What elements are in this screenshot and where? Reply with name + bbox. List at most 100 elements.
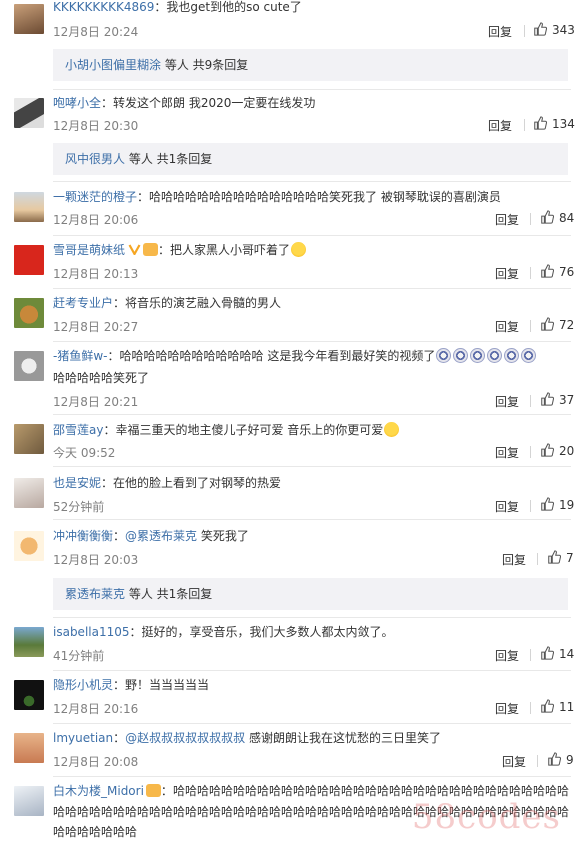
like-count: 37 — [559, 393, 575, 407]
reply-user-link[interactable]: 累透布莱克 — [65, 587, 125, 601]
comment-item: lmyuetian：@赵叔叔叔叔叔叔叔叔 感谢朗朗让我在这忧愁的三日里笑了 12… — [0, 725, 581, 777]
divider — [53, 288, 571, 289]
like-count: 7 — [566, 551, 574, 565]
avatar[interactable] — [14, 4, 44, 34]
avatar[interactable] — [14, 531, 44, 561]
divider — [53, 723, 571, 724]
timestamp: 12月8日 20:13 — [53, 267, 139, 281]
pig-emoji-icon — [521, 348, 537, 363]
avatar[interactable] — [14, 192, 44, 222]
timestamp: 12月8日 20:16 — [53, 702, 139, 716]
divider — [53, 670, 571, 671]
username-link[interactable]: isabella1105 — [53, 625, 130, 639]
badge-icon — [145, 784, 161, 797]
like-button[interactable]: 343 — [533, 22, 575, 37]
avatar[interactable] — [14, 98, 44, 128]
username-link[interactable]: 雪哥是萌妹纸 — [53, 243, 125, 257]
reply-count[interactable]: 等人 共9条回复 — [165, 58, 248, 72]
thumbs-up-icon — [541, 210, 555, 224]
avatar[interactable] — [14, 424, 44, 454]
reply-button[interactable]: 回复 — [488, 117, 512, 134]
divider — [53, 89, 571, 90]
reply-button[interactable]: 回复 — [495, 498, 519, 515]
like-button[interactable]: 7 — [547, 550, 574, 565]
avatar[interactable] — [14, 627, 44, 657]
username-link[interactable]: 咆哮小全 — [53, 96, 101, 110]
reply-summary[interactable]: 小胡小图偏里糊涂 等人 共9条回复 — [53, 49, 568, 81]
reply-button[interactable]: 回复 — [495, 211, 519, 228]
reply-button[interactable]: 回复 — [495, 393, 519, 410]
separator — [537, 553, 538, 565]
username-link[interactable]: 白木为楼_Midori — [53, 784, 144, 798]
username-link[interactable]: 邵雪莲ay — [53, 423, 103, 437]
reply-button[interactable]: 回复 — [502, 551, 526, 568]
separator — [530, 446, 531, 458]
comment-text: KKKKKKKKK4869：我也get到他的so cute了 — [53, 0, 302, 14]
thumbs-up-icon — [541, 317, 555, 331]
avatar[interactable] — [14, 245, 44, 275]
avatar[interactable] — [14, 478, 44, 508]
avatar[interactable] — [14, 680, 44, 710]
comment-feed: KKKKKKKKK4869：我也get到他的so cute了 12月8日 20:… — [0, 0, 581, 849]
like-button[interactable]: 37 — [540, 392, 574, 407]
divider — [53, 617, 571, 618]
comment-text: -猪鱼鲜w-：哈哈哈哈哈哈哈哈哈哈哈哈 这是我今年看到最好笑的视频了 — [53, 347, 573, 365]
reply-summary[interactable]: 累透布莱克 等人 共1条回复 — [53, 578, 568, 610]
reply-user-link[interactable]: 小胡小图偏里糊涂 — [65, 58, 161, 72]
divider — [53, 181, 571, 182]
comment-text: 雪哥是萌妹纸 ：把人家黑人小哥吓着了 — [53, 241, 573, 259]
comment-item: 一颗迷茫的橙子：哈哈哈哈哈哈哈哈哈哈哈哈哈哈哈笑死我了 被钢琴耽误的喜剧演员 1… — [0, 184, 581, 234]
comment-item: 咆哮小全：转发这个郎朗 我2020一定要在线发功 12月8日 20:30 回复 … — [0, 92, 581, 140]
reply-button[interactable]: 回复 — [495, 318, 519, 335]
separator — [524, 25, 525, 37]
separator — [530, 649, 531, 661]
like-button[interactable]: 14 — [540, 646, 574, 661]
reply-button[interactable]: 回复 — [495, 700, 519, 717]
reply-button[interactable]: 回复 — [495, 647, 519, 664]
pig-emoji-icon — [504, 348, 520, 363]
comment-item: 冲冲衡衡衡：@累透布莱克 笑死我了 12月8日 20:03 回复 7 — [0, 521, 581, 573]
username-link[interactable]: -猪鱼鲜w- — [53, 349, 107, 363]
like-button[interactable]: 19 — [540, 497, 574, 512]
avatar[interactable] — [14, 351, 44, 381]
username-link[interactable]: 一颗迷茫的橙子 — [53, 190, 137, 204]
thumbs-up-icon — [541, 699, 555, 713]
thumbs-up-icon — [541, 443, 555, 457]
like-button[interactable]: 72 — [540, 317, 574, 332]
like-button[interactable]: 20 — [540, 443, 574, 458]
reply-button[interactable]: 回复 — [495, 444, 519, 461]
comment-text: lmyuetian：@赵叔叔叔叔叔叔叔叔 感谢朗朗让我在这忧愁的三日里笑了 — [53, 731, 441, 745]
comment-text: 一颗迷茫的橙子：哈哈哈哈哈哈哈哈哈哈哈哈哈哈哈笑死我了 被钢琴耽误的喜剧演员 — [53, 190, 501, 204]
like-button[interactable]: 84 — [540, 210, 574, 225]
like-count: 9 — [566, 753, 574, 767]
like-button[interactable]: 76 — [540, 264, 574, 279]
avatar[interactable] — [14, 733, 44, 763]
thumbs-up-icon — [534, 116, 548, 130]
reply-count[interactable]: 等人 共1条回复 — [129, 152, 212, 166]
like-button[interactable]: 134 — [533, 116, 575, 131]
like-button[interactable]: 11 — [540, 699, 574, 714]
username-link[interactable]: 冲冲衡衡衡 — [53, 529, 113, 543]
username-link[interactable]: KKKKKKKKK4869 — [53, 0, 154, 14]
timestamp: 12月8日 20:06 — [53, 213, 139, 227]
mention-link[interactable]: @累透布莱克 — [125, 529, 197, 543]
divider — [53, 466, 571, 467]
username-link[interactable]: 赶考专业户 — [53, 296, 113, 310]
reply-count[interactable]: 等人 共1条回复 — [129, 587, 212, 601]
mention-link[interactable]: @赵叔叔叔叔叔叔叔叔 — [125, 731, 245, 745]
reply-button[interactable]: 回复 — [488, 23, 512, 40]
username-link[interactable]: lmyuetian — [53, 731, 113, 745]
comment-text: 咆哮小全：转发这个郎朗 我2020一定要在线发功 — [53, 96, 316, 110]
reply-summary[interactable]: 风中很男人 等人 共1条回复 — [53, 143, 568, 175]
like-count: 76 — [559, 265, 575, 279]
thumbs-up-icon — [534, 22, 548, 36]
separator — [524, 119, 525, 131]
like-button[interactable]: 9 — [547, 752, 574, 767]
reply-user-link[interactable]: 风中很男人 — [65, 152, 125, 166]
avatar[interactable] — [14, 786, 44, 816]
username-link[interactable]: 也是安妮 — [53, 476, 101, 490]
username-link[interactable]: 隐形小机灵 — [53, 678, 113, 692]
reply-button[interactable]: 回复 — [495, 265, 519, 282]
avatar[interactable] — [14, 298, 44, 328]
reply-button[interactable]: 回复 — [502, 753, 526, 770]
